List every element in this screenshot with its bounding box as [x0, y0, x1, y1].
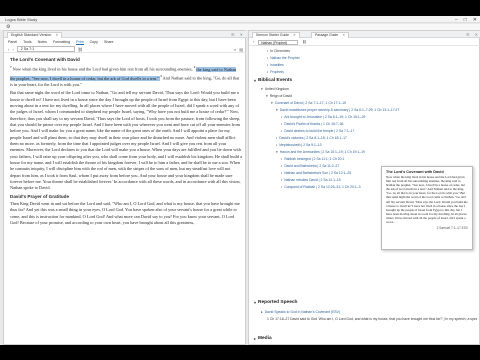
event-item[interactable]: ▾ David establishes proper worship & sanc… — [276, 108, 399, 113]
close-tab-icon[interactable]: ✕ — [342, 33, 345, 37]
section-heading: David's Prayer of Gratitude — [10, 193, 70, 199]
speech-item[interactable]: ▸ David Speaks to God in Nathan's Covenan… — [261, 310, 340, 315]
event-item[interactable]: ▾ Reign of David — [266, 94, 292, 99]
menu-panel[interactable]: Panel — [8, 40, 17, 44]
event-item[interactable]: ▾ Covenant of David | 2 Sa 7:1–17; 1 Ch 1… — [271, 101, 346, 106]
popup-text: Now when the king lived in his house and… — [386, 175, 468, 225]
title-bar: Logos Bible Study − □ ✕ — [0, 16, 480, 23]
section-heading: The Lord's Covenant with David — [10, 57, 80, 62]
tab-label: English Standard Version — [11, 33, 52, 37]
panel-menu-icon[interactable]: ☰ — [466, 32, 470, 37]
event-item[interactable]: • Nathan rebukes David | 2 Sa 12:1–15 — [281, 178, 341, 183]
panel-menu: Panel Tools Notes Formatting Print Copy … — [4, 39, 247, 45]
bible-panel: English Standard Version ✕ ☰ ✕ Panel Tool… — [3, 30, 247, 345]
section-biblical-events[interactable]: ▾ Biblical Events — [254, 78, 292, 83]
panel-menu-icon[interactable]: ☰ — [231, 32, 235, 37]
tab-esv[interactable]: English Standard Version ✕ — [7, 32, 63, 38]
link-icon[interactable]: ⛓ — [302, 40, 307, 44]
menu-share[interactable]: Share — [104, 40, 114, 44]
guide-toolbar: ‹ Nathan (Prophet) ⛓ — [249, 39, 480, 46]
event-item[interactable]: • David and Bathsheba | 2 Sa 11:2–27 — [281, 164, 339, 169]
list-item[interactable]: • Israelites — [267, 63, 284, 68]
app-title: Logos Bible Study — [5, 17, 38, 22]
search-icon[interactable]: ⌕ — [234, 47, 236, 52]
verse-number[interactable]: 3 — [160, 74, 162, 78]
window-controls: − □ ✕ — [455, 16, 477, 23]
event-item[interactable]: ▾ Hanun and the Ammonites | 2 Sa 10:1–19;… — [276, 150, 365, 155]
forward-icon[interactable]: › — [12, 47, 13, 52]
speech-detail: 1 Ch 17:16–27 David said to God 'Who am … — [267, 317, 477, 321]
chevron-down-icon: ▾ — [254, 78, 257, 83]
section-media[interactable]: ▸ Media — [254, 336, 272, 341]
passage-preview-popup: The Lord's Covenant with David Now when … — [381, 166, 473, 250]
popup-title: The Lord's Covenant with David — [386, 170, 444, 174]
chevron-down-icon: ▾ — [254, 300, 257, 305]
verse-text: Now when the king lived in his house and… — [12, 66, 194, 72]
event-item[interactable]: • Ark brought to Jerusalem | 2 Sa 6:1–19;… — [281, 115, 365, 120]
tab-sermon-starter[interactable]: Sermon Starter Guide ✕ — [252, 32, 300, 38]
navigation-row: ‹ › 2 Sa 7:1 ⛓ ⌕ ▤ — [4, 46, 247, 53]
event-item[interactable]: • Nathan and Bathsheba's Son | 2 Sa 12:1–… — [281, 171, 351, 176]
guide-reference-input[interactable]: Nathan (Prophet) — [258, 39, 299, 45]
link-icon[interactable]: ⛓ — [78, 47, 83, 52]
event-item[interactable]: • David's Psalm of thanks | 1 Ch 16:7–36 — [281, 122, 343, 127]
event-item[interactable]: ▾ United Kingdom — [261, 87, 289, 92]
panel-tab-strip: English Standard Version ✕ ☰ ✕ — [4, 31, 247, 38]
menu-print[interactable]: Print — [76, 40, 84, 45]
verse-paragraph-1: 7 Now when the king lived in his house a… — [10, 64, 242, 88]
close-tab-icon[interactable]: ✕ — [55, 33, 58, 37]
bible-text: The Lord's Covenant with David 7 Now whe… — [10, 56, 242, 345]
event-item[interactable]: • David desires to build the temple | 2 S… — [281, 129, 354, 134]
event-item[interactable]: • Conquest of Rabbah | 2 Sa 12:26–31; 1 C… — [281, 185, 360, 190]
menu-copy[interactable]: Copy — [90, 40, 98, 44]
guide-tools: ☰ ✕ — [466, 32, 478, 37]
maximize-icon[interactable]: □ — [464, 17, 467, 23]
tab-label: Sermon Starter Guide — [256, 33, 289, 37]
verse-paragraph-2: But that same night the word of the Lord… — [10, 90, 242, 191]
menu-formatting[interactable]: Formatting — [53, 40, 70, 44]
verse-paragraph-3: Then King David went in and sat before t… — [10, 201, 240, 226]
section-reported-speech[interactable]: ▾ Reported Speech — [254, 300, 297, 305]
reference-input[interactable]: 2 Sa 7:1 — [16, 46, 75, 52]
back-icon[interactable]: ‹ — [8, 47, 9, 52]
screen: Logos Bible Study − □ ✕ ⚙ English Standa… — [0, 0, 480, 360]
event-item[interactable]: • Rabbah besieged | 2 Sa 11:1; 1 Ch 20:1 — [281, 157, 344, 162]
event-item[interactable]: • Mephibosheth | 2 Sa 9:1–13 — [276, 143, 322, 148]
event-item[interactable]: • David's victories | 2 Sa 8:1–18; 1 Ch 1… — [276, 136, 347, 141]
menu-tools[interactable]: Tools — [23, 40, 31, 44]
list-item[interactable]: • In Chronicles — [267, 49, 290, 54]
chevron-down-icon: ▸ — [254, 336, 257, 341]
close-icon[interactable]: ✕ — [473, 17, 477, 23]
list-item[interactable]: • Prophets — [267, 70, 284, 75]
back-icon[interactable]: ‹ — [253, 40, 254, 44]
panel-close-icon[interactable]: ✕ — [475, 32, 478, 37]
nav-right-tools: ⌕ ▤ — [234, 47, 243, 52]
popup-reference[interactable]: 2 Samuel 7:1–17 ESV — [386, 226, 468, 230]
list-item[interactable]: • Nathan the Prophet — [267, 56, 300, 61]
close-tab-icon[interactable]: ✕ — [293, 33, 296, 37]
tab-label: Passage Guide — [315, 33, 339, 37]
menu-notes[interactable]: Notes — [38, 40, 47, 44]
guide-tab-strip: Sermon Starter Guide ✕ Passage Guide ✕ ☰ ✕ — [249, 31, 480, 38]
panel-tools: ☰ ✕ — [231, 32, 243, 37]
layout-icon[interactable]: ▤ — [239, 47, 243, 52]
tab-passage-guide[interactable]: Passage Guide ✕ — [311, 32, 350, 38]
minimize-icon[interactable]: − — [455, 17, 458, 23]
verse-number[interactable]: 7 — [10, 65, 12, 69]
panel-close-icon[interactable]: ✕ — [240, 32, 243, 37]
